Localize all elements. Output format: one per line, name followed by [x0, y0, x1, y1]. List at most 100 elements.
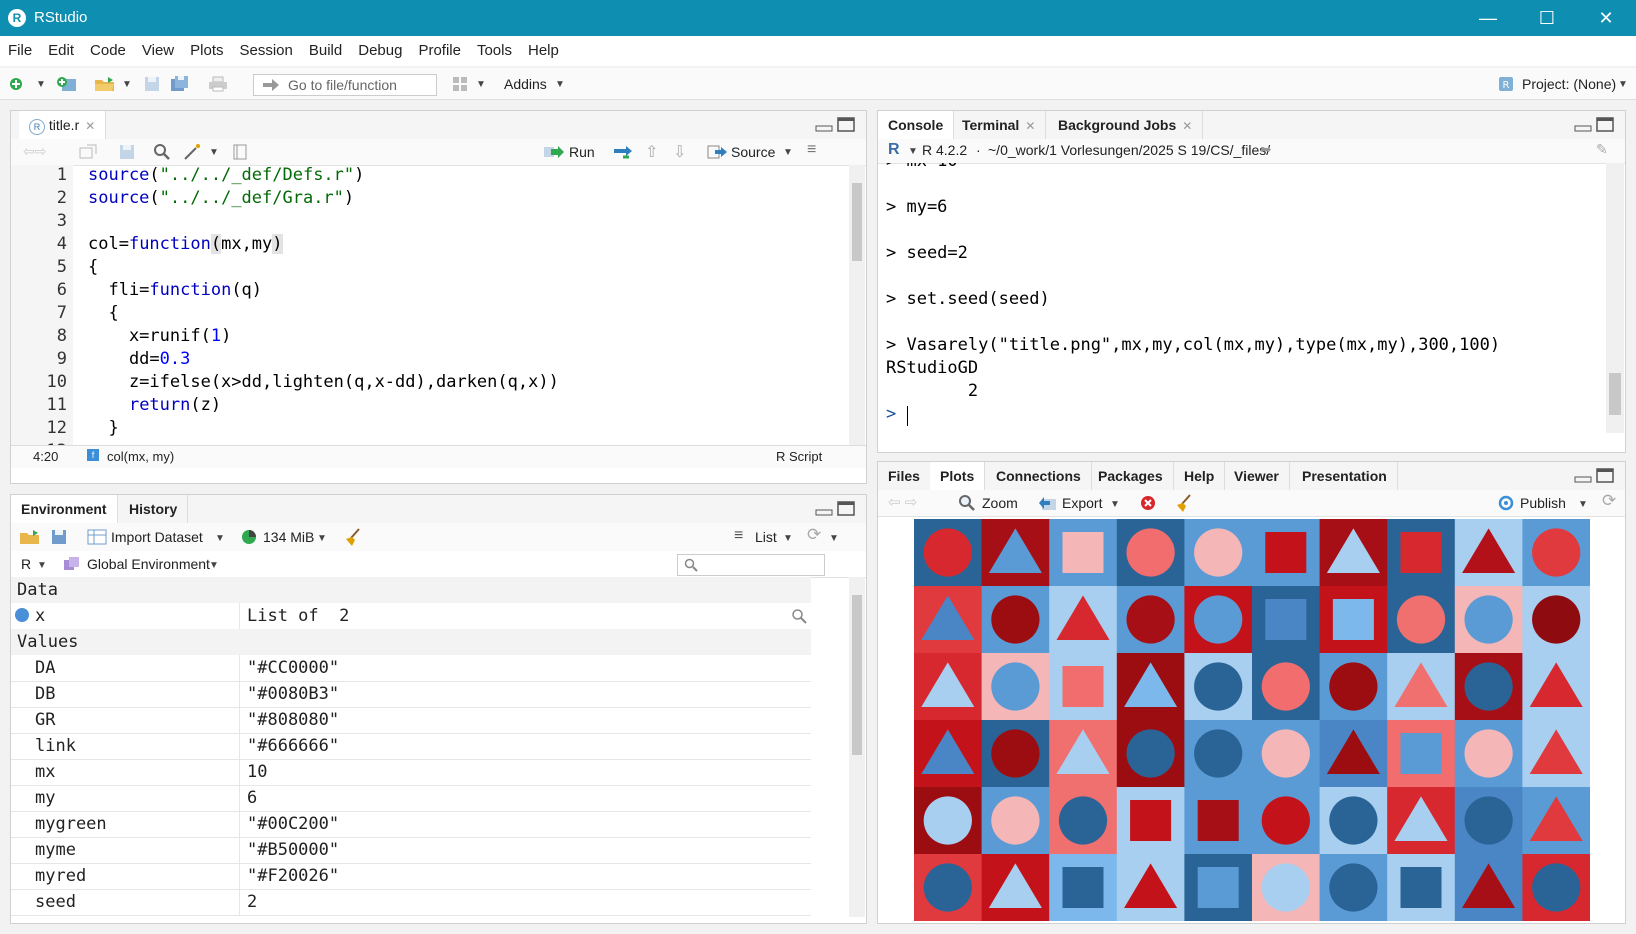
- chevron-down-icon[interactable]: ▼: [37, 560, 47, 571]
- env-row[interactable]: GR "#808080": [11, 707, 811, 734]
- tab-packages[interactable]: Packages: [1088, 462, 1174, 490]
- goto-file-input[interactable]: Go to file/function: [253, 74, 437, 96]
- env-row[interactable]: mygreen "#00C200": [11, 811, 811, 838]
- chevron-down-icon[interactable]: ▼: [476, 79, 486, 90]
- arrow-down-icon[interactable]: ⇩: [673, 142, 686, 162]
- save-icon[interactable]: [51, 529, 67, 545]
- addins-button[interactable]: Addins: [504, 76, 547, 92]
- chevron-down-icon[interactable]: ▼: [783, 533, 793, 544]
- chevron-down-icon[interactable]: ▼: [555, 79, 565, 90]
- zoom-button[interactable]: Zoom: [982, 495, 1018, 511]
- tab-terminal[interactable]: Terminal ✕: [952, 111, 1047, 139]
- file-type[interactable]: R Script: [776, 449, 822, 464]
- compile-report-icon[interactable]: [233, 144, 247, 160]
- env-row[interactable]: link "#666666": [11, 733, 811, 760]
- project-selector[interactable]: Project: (None): [1522, 76, 1616, 92]
- env-row[interactable]: DB "#0080B3": [11, 681, 811, 708]
- save-icon[interactable]: [144, 76, 160, 92]
- chevron-down-icon[interactable]: ▼: [36, 79, 46, 90]
- menu-session[interactable]: Session: [232, 36, 301, 65]
- run-icon[interactable]: [543, 144, 565, 160]
- search-icon[interactable]: [153, 143, 171, 161]
- function-scope[interactable]: col(mx, my): [107, 449, 174, 464]
- environment-scrollbar[interactable]: [849, 577, 865, 917]
- tab-help[interactable]: Help: [1174, 462, 1226, 490]
- chevron-down-icon[interactable]: ▼: [317, 533, 327, 544]
- clear-console-icon[interactable]: ✎: [1596, 141, 1608, 158]
- tab-plots[interactable]: Plots: [930, 462, 986, 490]
- tab-viewer[interactable]: Viewer: [1224, 462, 1290, 490]
- close-icon[interactable]: ✕: [1586, 6, 1626, 30]
- list-view-icon[interactable]: ≡: [734, 527, 743, 545]
- close-icon[interactable]: ✕: [85, 119, 95, 133]
- menu-tools[interactable]: Tools: [469, 36, 520, 65]
- pane-minmax-icon[interactable]: [1573, 468, 1615, 484]
- refresh-icon[interactable]: ⟳: [807, 525, 821, 545]
- rerun-icon[interactable]: [613, 144, 635, 160]
- env-row[interactable]: seed 2: [11, 889, 811, 916]
- pane-minmax-icon[interactable]: [1573, 117, 1615, 133]
- tab-history[interactable]: History: [119, 495, 189, 523]
- broom-icon[interactable]: [343, 527, 363, 547]
- menu-file[interactable]: File: [0, 36, 40, 65]
- show-in-window-icon[interactable]: [79, 144, 97, 160]
- close-icon[interactable]: ✕: [1182, 119, 1192, 133]
- new-file-icon[interactable]: [8, 76, 24, 92]
- scroll-thumb[interactable]: [1609, 373, 1621, 415]
- env-row[interactable]: myme "#B50000": [11, 837, 811, 864]
- env-row-x[interactable]: x List of 2: [11, 603, 811, 630]
- tab-connections[interactable]: Connections: [986, 462, 1092, 490]
- magic-wand-icon[interactable]: [183, 143, 203, 161]
- menu-view[interactable]: View: [134, 36, 182, 65]
- minimize-icon[interactable]: —: [1468, 6, 1508, 30]
- publish-icon[interactable]: [1496, 495, 1516, 511]
- menu-debug[interactable]: Debug: [350, 36, 410, 65]
- language-selector[interactable]: R: [21, 556, 31, 572]
- source-button[interactable]: Source: [731, 144, 775, 160]
- env-row[interactable]: my 6: [11, 785, 811, 812]
- save-all-icon[interactable]: [170, 76, 190, 92]
- new-project-icon[interactable]: [56, 76, 78, 92]
- chevron-down-icon[interactable]: ▼: [209, 560, 219, 571]
- menu-help[interactable]: Help: [520, 36, 567, 65]
- chevron-down-icon[interactable]: ▼: [215, 533, 225, 544]
- chevron-down-icon[interactable]: ▼: [1110, 499, 1120, 510]
- scope-selector[interactable]: Global Environment: [87, 556, 210, 572]
- outline-icon[interactable]: ≡: [807, 141, 816, 159]
- chevron-down-icon[interactable]: ▼: [783, 147, 793, 158]
- console-scrollbar[interactable]: [1606, 163, 1624, 433]
- chevron-down-icon[interactable]: ▼: [1578, 499, 1588, 510]
- goto-dir-icon[interactable]: ➦: [1260, 141, 1272, 158]
- pane-minmax-icon[interactable]: [814, 501, 856, 517]
- menu-build[interactable]: Build: [301, 36, 350, 65]
- import-dataset-button[interactable]: Import Dataset: [111, 529, 203, 545]
- export-icon[interactable]: [1038, 495, 1058, 511]
- tab-environment[interactable]: Environment: [11, 495, 118, 523]
- env-row[interactable]: myred "#F20026": [11, 863, 811, 890]
- export-button[interactable]: Export: [1062, 495, 1102, 511]
- chevron-down-icon[interactable]: ▼: [829, 533, 839, 544]
- env-row[interactable]: DA "#CC0000": [11, 655, 811, 682]
- load-workspace-icon[interactable]: [19, 529, 41, 545]
- table-icon[interactable]: [87, 529, 107, 545]
- list-view-selector[interactable]: List: [755, 529, 777, 545]
- tab-console[interactable]: Console: [878, 111, 955, 139]
- menu-code[interactable]: Code: [82, 36, 134, 65]
- console-output[interactable]: > mx=10 > my=6 > seed=2 > set.seed(seed)…: [878, 163, 1598, 433]
- scroll-thumb[interactable]: [852, 183, 862, 261]
- code-area[interactable]: 1 source("../../_def/Defs.r") 2 source("…: [11, 165, 811, 445]
- env-row[interactable]: mx 10: [11, 759, 811, 786]
- broom-icon[interactable]: [1174, 493, 1194, 513]
- chevron-down-icon[interactable]: ▼: [122, 79, 132, 90]
- tab-title-r[interactable]: R title.r ✕: [19, 111, 107, 139]
- tab-background-jobs[interactable]: Background Jobs ✕: [1048, 111, 1204, 139]
- print-icon[interactable]: [208, 76, 228, 92]
- console-prompt[interactable]: >: [886, 404, 906, 424]
- chevron-down-icon[interactable]: ▼: [908, 146, 918, 157]
- open-folder-icon[interactable]: [94, 76, 116, 92]
- close-icon[interactable]: ✕: [1025, 119, 1035, 133]
- scroll-thumb[interactable]: [852, 595, 862, 755]
- menu-plots[interactable]: Plots: [182, 36, 231, 65]
- back-forward-icon[interactable]: ⇦⇨: [23, 143, 46, 160]
- pane-minmax-icon[interactable]: [814, 117, 856, 133]
